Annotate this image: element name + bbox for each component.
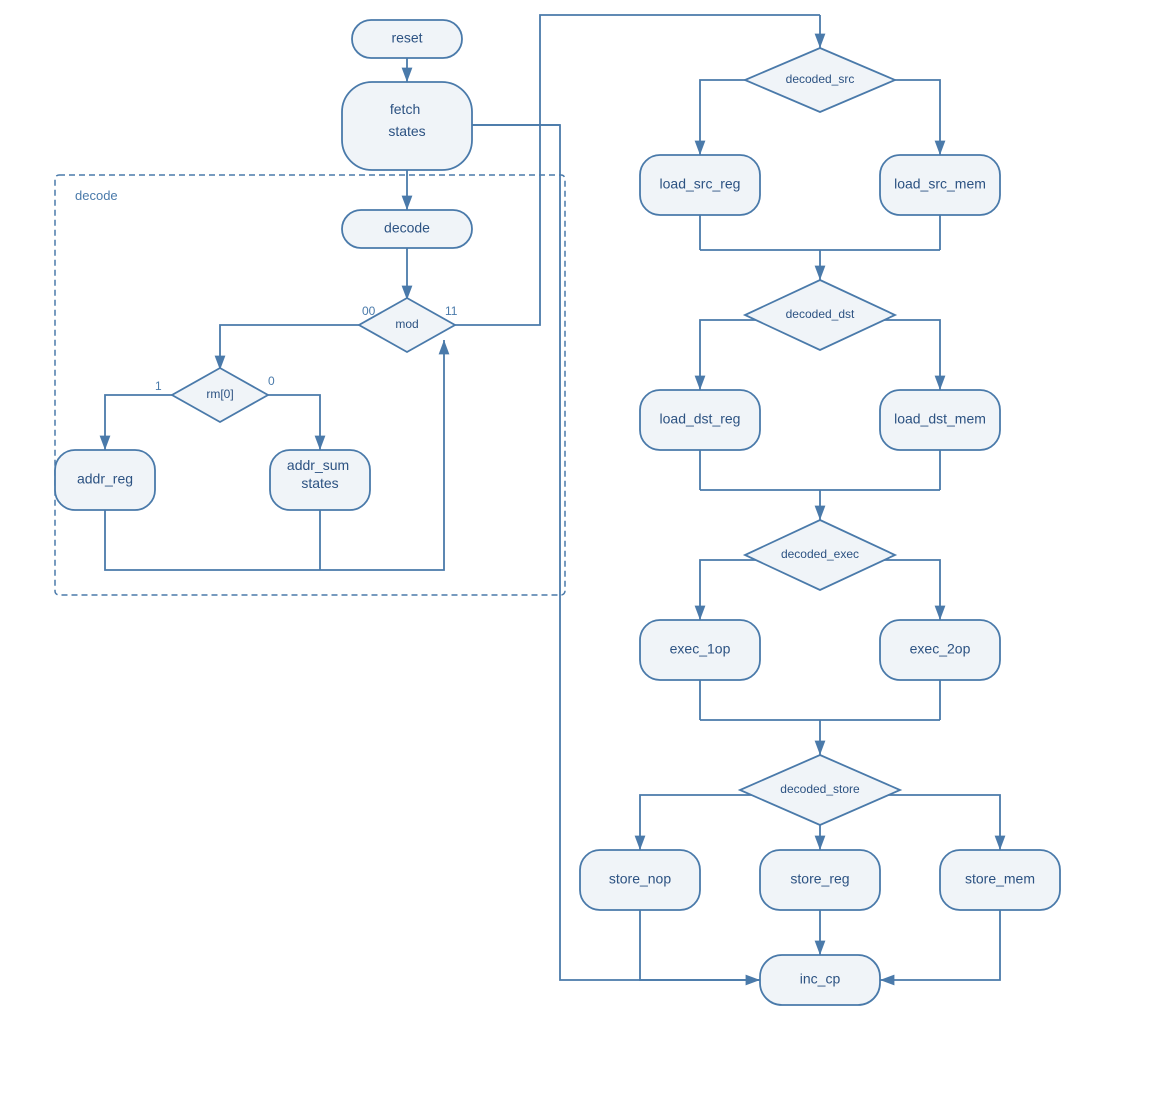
arrow-decodedsrc-loadsrcreg [700,80,770,155]
arrow-decodedstore-storenop [640,795,755,850]
load-src-mem-label: load_src_mem [894,176,986,192]
arrow-rm0-addrsum [245,395,320,450]
arrow-decodedsrc-loadsrcmem [870,80,940,155]
load-src-reg-label: load_src_reg [660,176,741,192]
store-reg-label: store_reg [790,871,849,887]
arrow-mod-rm0 [220,325,370,370]
rm0-0-label: 0 [268,374,275,388]
addr-reg-label: addr_reg [77,471,133,487]
reset-label: reset [391,30,422,46]
decode-label-node: decode [384,220,430,236]
mod-11-label: 11 [445,304,458,318]
exec-2op-label: exec_2op [910,641,971,657]
rm0-1-label: 1 [155,379,162,393]
exec-1op-label: exec_1op [670,641,731,657]
mod-00-label: 00 [362,304,376,318]
line-addrreg-bottom [105,510,320,570]
arrow-decodedexec-exec2op [870,560,940,620]
inc-cp-label: inc_cp [800,971,841,987]
line-storenop-incp [640,910,750,980]
decoded-dst-label: decoded_dst [786,307,855,321]
load-dst-reg-label: load_dst_reg [660,411,741,427]
line-mod-11 [444,15,820,325]
load-dst-mem-label: load_dst_mem [894,411,986,427]
decoded-exec-label: decoded_exec [781,547,859,561]
line-storemem-incp [890,910,1000,980]
store-nop-label: store_nop [609,871,671,887]
flowchart-diagram: decode reset fetch states decode mod 00 … [0,0,1156,1111]
decoded-store-label: decoded_store [780,782,860,796]
arrow-decodeddst-loaddstreg [700,320,770,390]
arrow-rm0-addrreg [105,395,195,450]
decoded-src-label: decoded_src [786,72,855,86]
decode-region-label: decode [75,188,118,203]
arrow-decodeddst-loaddstmem [870,320,940,390]
decode-region-box [55,175,565,595]
arrow-decodedstore-storemem [885,795,1000,850]
arrow-decodedexec-exec1op [700,560,770,620]
store-mem-label: store_mem [965,871,1035,887]
rm0-label: rm[0] [206,387,233,401]
mod-label: mod [395,317,418,331]
